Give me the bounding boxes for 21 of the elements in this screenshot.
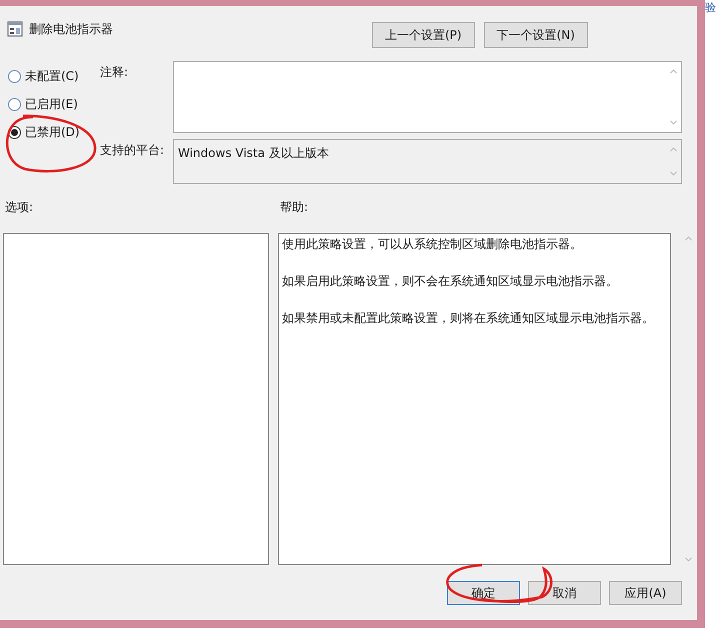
- options-label: 选项:: [5, 199, 34, 216]
- radio-button[interactable]: [8, 98, 21, 110]
- help-paragraph: 如果启用此策略设置，则不会在系统通知区域显示电池指示器。: [282, 273, 619, 290]
- radio-label: 已禁用(D): [25, 124, 80, 141]
- comment-label: 注释:: [100, 64, 130, 81]
- help-label: 帮助:: [280, 199, 308, 216]
- help-paragraph: 如果禁用或未配置此策略设置，则将在系统通知区域显示电池指示器。: [282, 310, 655, 327]
- policy-icon: [7, 21, 23, 37]
- nav-button[interactable]: 下一个设置(N): [484, 22, 588, 48]
- radio-button[interactable]: [8, 70, 21, 82]
- dialog-button[interactable]: 取消: [528, 581, 601, 605]
- dialog-button[interactable]: 应用(A): [609, 581, 682, 605]
- window-title: 删除电池指示器: [29, 21, 113, 38]
- comment-field[interactable]: [173, 61, 682, 133]
- radio-label: 未配置(C): [25, 68, 79, 85]
- platform-label: 支持的平台:: [100, 142, 166, 159]
- nav-button[interactable]: 上一个设置(P): [372, 22, 475, 48]
- background-text: 验: [705, 0, 717, 13]
- radio-label: 已启用(E): [25, 96, 78, 113]
- help-paragraph: 使用此策略设置，可以从系统控制区域删除电池指示器。: [282, 236, 583, 253]
- platform-value: Windows Vista 及以上版本: [178, 145, 329, 162]
